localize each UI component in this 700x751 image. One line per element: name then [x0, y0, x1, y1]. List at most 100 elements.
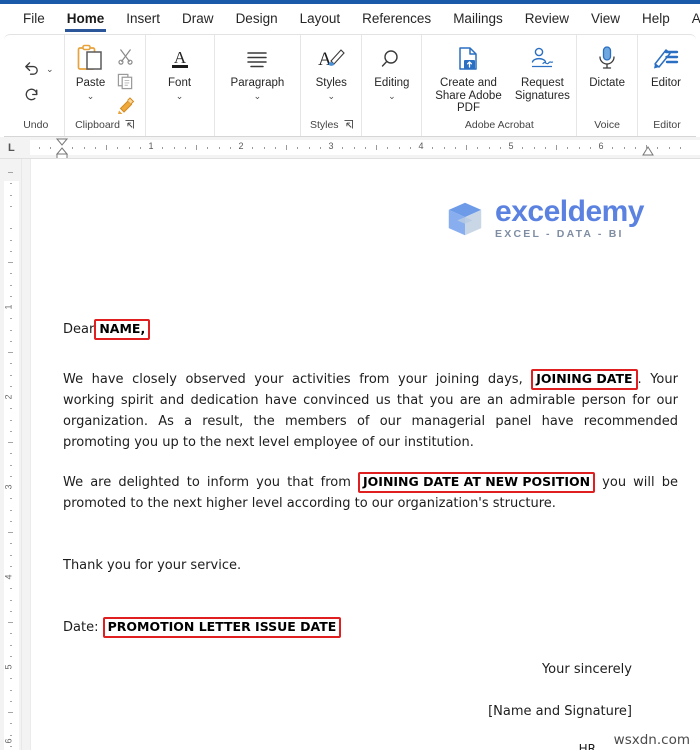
tab-acrobat[interactable]: Acrobat	[683, 8, 700, 31]
ribbon-group-styles: A Styles ⌄ Styles	[300, 35, 361, 136]
tab-view[interactable]: View	[582, 8, 629, 31]
ruler-tick	[128, 147, 130, 149]
tab-review[interactable]: Review	[516, 8, 578, 31]
copy-button[interactable]	[113, 69, 139, 93]
site-watermark: wsxdn.com	[613, 732, 690, 748]
styles-button[interactable]: A Styles ⌄	[311, 41, 351, 103]
tab-insert[interactable]: Insert	[117, 8, 169, 31]
undo-dropdown-chevron[interactable]: ⌄	[46, 64, 54, 74]
paragraph-2: We are delighted to inform you that from…	[63, 472, 678, 514]
exceldemy-logo: exceldemy EXCEL - DATA - BI	[444, 197, 644, 240]
ruler-tick	[578, 147, 580, 149]
ruler-tick	[252, 147, 254, 149]
ruler-tick	[544, 147, 546, 149]
ruler-tick	[364, 147, 366, 149]
tab-layout[interactable]: Layout	[291, 8, 350, 31]
editor-button[interactable]: Editor	[646, 41, 686, 92]
svg-text:A: A	[173, 48, 186, 67]
joining-date-field[interactable]: JOINING DATE	[531, 369, 638, 390]
ruler-tick	[139, 147, 141, 149]
styles-brush-icon: A	[316, 43, 346, 75]
vertical-ruler-tick	[8, 622, 13, 623]
ribbon-group-editing: Editing ⌄	[361, 35, 421, 136]
ruler-tick	[668, 147, 670, 149]
tab-mailings[interactable]: Mailings	[444, 8, 512, 31]
paste-button[interactable]: Paste ⌄	[71, 41, 111, 103]
vertical-ruler[interactable]: 1 2 3 4 5 6	[0, 159, 22, 750]
cube-logo-icon	[448, 202, 482, 235]
ruler-mark-1: 1	[148, 141, 154, 151]
vertical-ruler-tick	[10, 284, 12, 286]
ruler-tick	[387, 147, 389, 149]
first-line-indent-marker[interactable]	[55, 138, 69, 158]
ruler-tick	[567, 147, 569, 149]
font-dropdown-chevron[interactable]: ⌄	[176, 91, 184, 101]
vertical-ruler-tick	[10, 599, 12, 601]
ribbon-tab-bar: File Home Insert Draw Design Layout Refe…	[0, 4, 700, 34]
redo-button[interactable]	[18, 82, 44, 106]
font-button[interactable]: A Font ⌄	[160, 41, 200, 103]
vruler-mark-4: 4	[3, 574, 14, 580]
styles-dialog-launcher[interactable]	[344, 120, 353, 129]
request-signatures-label: Request Signatures	[514, 77, 570, 102]
paste-label: Paste	[75, 77, 106, 89]
tab-stop-selector[interactable]: L	[8, 142, 15, 154]
vertical-ruler-tick	[10, 205, 12, 207]
document-page[interactable]: exceldemy EXCEL - DATA - BI Dear NAME, We…	[30, 159, 700, 750]
ruler-tick	[353, 147, 355, 149]
ribbon-group-label-acrobat: Adobe Acrobat	[464, 118, 534, 131]
paragraph-label: Paragraph	[230, 77, 285, 89]
paragraph-dropdown-chevron[interactable]: ⌄	[254, 91, 262, 101]
tab-draw[interactable]: Draw	[173, 8, 223, 31]
name-field[interactable]: NAME,	[94, 319, 151, 340]
paragraph-button[interactable]: Paragraph ⌄	[227, 41, 289, 103]
ruler-tick	[207, 147, 209, 149]
paste-dropdown-chevron[interactable]: ⌄	[87, 91, 95, 101]
vertical-ruler-tick	[10, 419, 12, 421]
editing-button[interactable]: Editing ⌄	[370, 41, 413, 103]
ruler-mark-6: 6	[598, 141, 604, 151]
ribbon-group-voice: Dictate Voice	[576, 35, 637, 136]
horizontal-ruler[interactable]: L 1 2 3 4 5 6	[0, 137, 700, 159]
vertical-ruler-tick	[10, 318, 12, 320]
vertical-ruler-tick	[10, 329, 12, 331]
editing-dropdown-chevron[interactable]: ⌄	[388, 91, 396, 101]
right-indent-marker[interactable]	[641, 146, 655, 159]
dictate-button[interactable]: Dictate	[585, 41, 629, 92]
signature-icon	[528, 43, 556, 75]
promotion-letter-issue-date-field[interactable]: PROMOTION LETTER ISSUE DATE	[102, 617, 342, 638]
request-signatures-button[interactable]: Request Signatures	[515, 41, 571, 104]
clipboard-dialog-launcher[interactable]	[125, 120, 135, 129]
ruler-tick	[117, 147, 119, 149]
create-share-adobe-pdf-label: Create and Share Adobe PDF	[435, 77, 502, 114]
tab-references[interactable]: References	[353, 8, 440, 31]
paragraph-lines-icon	[244, 43, 270, 75]
ruler-mark-2: 2	[238, 141, 244, 151]
tab-design[interactable]: Design	[227, 8, 287, 31]
dictate-label: Dictate	[589, 77, 625, 89]
ruler-mark-5: 5	[508, 141, 514, 151]
clipboard-label-text: Clipboard	[75, 118, 121, 131]
ribbon: ⌄ Undo Paste ⌄ Clipboard A Font ⌄ Paragr…	[4, 34, 696, 137]
format-painter-button[interactable]	[113, 94, 139, 118]
ruler-tick	[466, 145, 467, 150]
create-share-adobe-pdf-button[interactable]: Create and Share Adobe PDF	[428, 41, 508, 117]
logo-tagline: EXCEL - DATA - BI	[495, 228, 624, 240]
letter-body[interactable]: Dear NAME, We have closely observed your …	[63, 319, 678, 750]
styles-dropdown-chevron[interactable]: ⌄	[327, 91, 335, 101]
joining-date-new-position-field[interactable]: JOINING DATE AT NEW POSITION	[358, 472, 596, 493]
vertical-ruler-tick	[10, 464, 12, 466]
date-line: Date: PROMOTION LETTER ISSUE DATE	[63, 617, 678, 638]
editor-pen-icon	[652, 43, 680, 75]
cut-button[interactable]	[113, 44, 139, 68]
undo-button[interactable]	[18, 56, 44, 80]
ruler-tick	[657, 147, 659, 149]
tab-help[interactable]: Help	[633, 8, 679, 31]
ruler-tick	[218, 147, 220, 149]
tab-file[interactable]: File	[14, 8, 54, 31]
vertical-ruler-tick	[10, 374, 12, 376]
tab-home[interactable]: Home	[58, 8, 114, 32]
dialog-launcher-icon	[125, 120, 135, 129]
editor-label: Editor	[650, 77, 682, 89]
